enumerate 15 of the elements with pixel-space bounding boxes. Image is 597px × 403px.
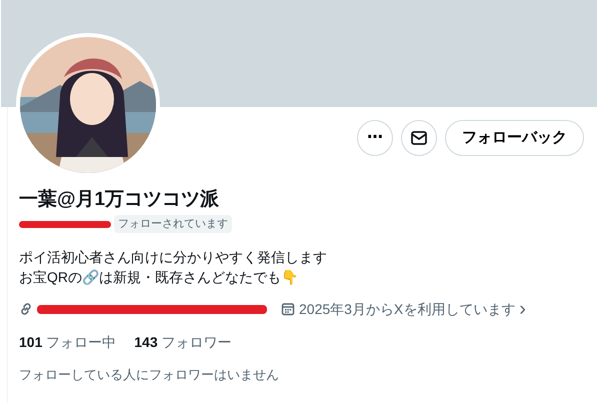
bio-line: ポイ活初心者さん向けに分かりやすく発信します: [19, 248, 328, 267]
chevron-icon: ›: [519, 302, 526, 316]
stat-link[interactable]: 143 フォロワー: [134, 332, 232, 353]
followers-note: フォローしている人にフォロワーはいません: [19, 366, 280, 384]
join-date: 2025年3月からXを利用しています: [299, 300, 516, 318]
message-button[interactable]: [401, 120, 437, 156]
follows-you-badge: フォローされています: [114, 214, 232, 234]
profile-name: 一葉@月1万コツコツ派: [19, 188, 220, 212]
stat-link[interactable]: 101 フォロー中: [19, 332, 116, 353]
bio-line: お宝QRの🔗は新規・既存さんどなたでも👇: [19, 268, 299, 287]
envelope-icon: [410, 129, 428, 147]
calendar-icon: [281, 302, 295, 316]
follow-back-button[interactable]: フォローバック: [445, 120, 584, 156]
link-icon: [19, 302, 33, 316]
more-button[interactable]: ⋯: [357, 120, 393, 156]
